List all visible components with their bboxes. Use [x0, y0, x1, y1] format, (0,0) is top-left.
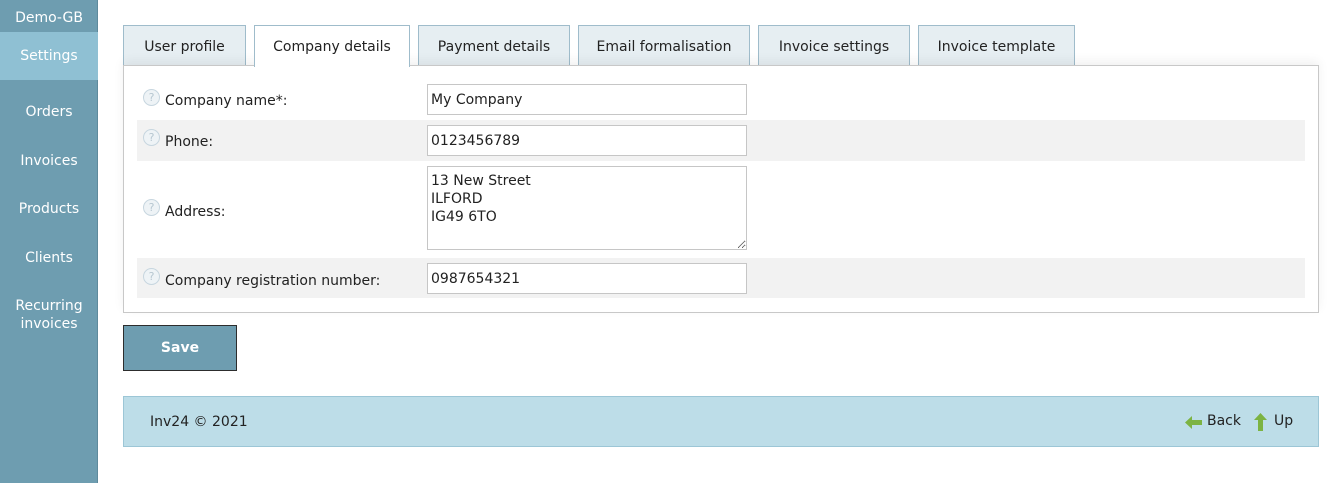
tab-user-profile[interactable]: User profile [123, 25, 246, 66]
sidebar-item-label: Orders [25, 104, 73, 120]
tab-label: Invoice template [937, 39, 1056, 55]
sidebar-item-invoices[interactable]: Invoices [0, 152, 98, 170]
tab-company-details[interactable]: Company details [254, 25, 410, 67]
sidebar-item-settings[interactable]: Settings [0, 32, 98, 80]
copyright-text: Inv24 © 2021 [150, 414, 248, 430]
address-label: Address: [165, 204, 226, 220]
sidebar-item-recurring-invoices[interactable]: Recurring invoices [0, 297, 98, 333]
form-row-phone: ? Phone: [137, 120, 1305, 161]
company-details-panel: ? Company name*: ? Phone: ? Address: ? C… [123, 65, 1319, 313]
tab-label: Email formalisation [596, 39, 732, 55]
sidebar-item-label: Clients [25, 250, 73, 266]
save-button[interactable]: Save [123, 325, 237, 371]
sidebar-item-label: Invoices [20, 153, 78, 169]
sidebar: Demo-GB Settings Orders Invoices Product… [0, 0, 98, 483]
help-icon[interactable]: ? [143, 199, 160, 216]
help-icon[interactable]: ? [143, 129, 160, 146]
sidebar-item-products[interactable]: Products [0, 200, 98, 218]
registration-input[interactable] [427, 263, 747, 294]
tab-email-formalisation[interactable]: Email formalisation [578, 25, 750, 66]
up-arrow-icon[interactable] [1254, 413, 1267, 431]
address-textarea[interactable] [427, 166, 747, 250]
help-icon[interactable]: ? [143, 268, 160, 285]
form-row-company-name: ? Company name*: [137, 80, 1305, 120]
tab-label: User profile [144, 39, 225, 55]
back-arrow-icon[interactable] [1185, 416, 1202, 429]
help-icon[interactable]: ? [143, 89, 160, 106]
sidebar-item-clients[interactable]: Clients [0, 249, 98, 267]
tab-label: Company details [273, 39, 391, 55]
form-row-registration: ? Company registration number: [137, 258, 1305, 298]
tab-invoice-settings[interactable]: Invoice settings [758, 25, 910, 66]
brand-label: Demo-GB [15, 10, 83, 26]
phone-label: Phone: [165, 134, 214, 150]
up-link[interactable]: Up [1274, 413, 1293, 429]
tab-payment-details[interactable]: Payment details [418, 25, 570, 66]
registration-label: Company registration number: [165, 273, 381, 289]
form-row-address: ? Address: [137, 161, 1305, 258]
company-name-label: Company name*: [165, 93, 288, 109]
tab-label: Payment details [437, 39, 551, 55]
sidebar-item-label: Settings [20, 48, 78, 64]
phone-input[interactable] [427, 125, 747, 156]
tab-label: Invoice settings [778, 39, 890, 55]
company-name-input[interactable] [427, 84, 747, 115]
tab-invoice-template[interactable]: Invoice template [918, 25, 1075, 66]
back-link[interactable]: Back [1207, 413, 1241, 429]
sidebar-item-label: Products [18, 201, 80, 217]
sidebar-item-orders[interactable]: Orders [0, 103, 98, 121]
footer: Inv24 © 2021 Back Up [123, 396, 1319, 447]
sidebar-item-label: Recurring invoices [15, 298, 83, 332]
